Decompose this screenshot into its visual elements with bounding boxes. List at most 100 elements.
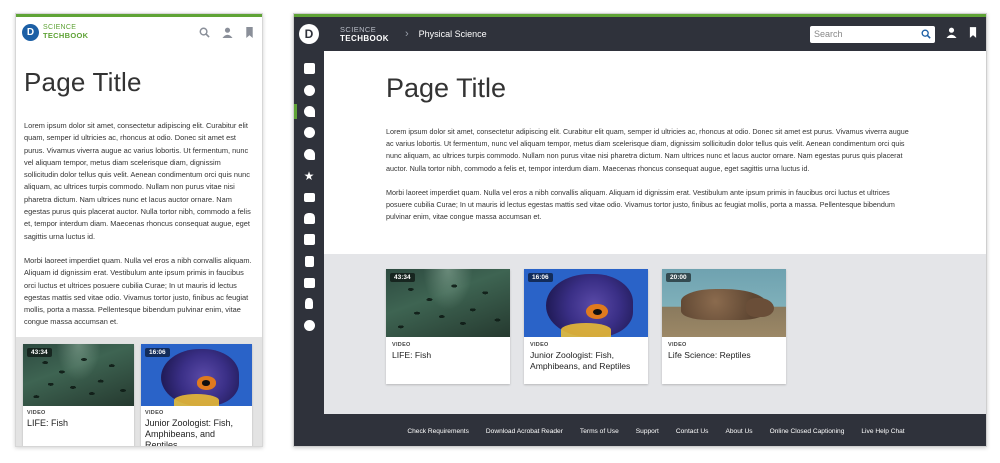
- chevron-right-icon: ›: [404, 28, 409, 40]
- team-icon: [303, 319, 315, 331]
- logo-line1: SCIENCE: [340, 25, 377, 34]
- card-title[interactable]: LIFE: Fish: [27, 418, 130, 429]
- sidebar-item-tools[interactable]: [294, 251, 324, 272]
- card-kind: VIDEO: [392, 342, 411, 348]
- footer-link-live-help[interactable]: Live Help Chat: [861, 428, 904, 435]
- calendar-icon: [303, 63, 315, 75]
- sidebar-item-star[interactable]: ★: [294, 165, 324, 186]
- techbook-logo[interactable]: SCIENCE TECHBOOK: [43, 24, 88, 40]
- card-meta: VIDEO Life Science: Reptiles: [662, 337, 786, 366]
- card-title[interactable]: Life Science: Reptiles: [668, 350, 780, 361]
- card-meta: VIDEO Junior Zoologist: Fish, Amphibeans…: [141, 406, 252, 446]
- card-meta: VIDEO LIFE: Fish: [23, 406, 134, 433]
- search-box[interactable]: [810, 25, 935, 43]
- duration-badge: 16:06: [528, 273, 553, 282]
- footer-link-download-acrobat[interactable]: Download Acrobat Reader: [486, 428, 563, 435]
- bookmark-icon[interactable]: [245, 26, 254, 38]
- footer-link-check-requirements[interactable]: Check Requirements: [407, 428, 469, 435]
- techbook-logo[interactable]: SCIENCE TECHBOOK: [340, 25, 389, 43]
- angelfish-fin: [174, 393, 219, 406]
- body-paragraph-1: Lorem ipsum dolor sit amet, consectetur …: [24, 121, 251, 241]
- video-card[interactable]: 43:34 VIDEO LIFE: Fish: [23, 344, 134, 446]
- sidebar-item-calendar[interactable]: [294, 58, 324, 79]
- mobile-header-icons: [199, 26, 254, 38]
- bookmark-icon[interactable]: [969, 25, 977, 43]
- search-input[interactable]: [814, 29, 914, 39]
- magnet-icon: [303, 105, 315, 117]
- sidebar-item-magnet[interactable]: [294, 101, 324, 122]
- globe-icon: [303, 127, 315, 139]
- search-icon[interactable]: [921, 29, 931, 39]
- sidebar-item-team[interactable]: [294, 315, 324, 336]
- video-card[interactable]: 20:00 VIDEO Life Science: Reptiles: [662, 269, 786, 384]
- desktop-header: D SCIENCE TECHBOOK › Physical Science: [294, 17, 986, 51]
- footer-link-support[interactable]: Support: [636, 428, 659, 435]
- sidebar-item-globe[interactable]: [294, 122, 324, 143]
- video-card[interactable]: 43:34 VIDEO LIFE: Fish: [386, 269, 510, 384]
- people-icon: [303, 212, 315, 224]
- search-icon[interactable]: [199, 27, 210, 38]
- footer-link-terms[interactable]: Terms of Use: [580, 428, 619, 435]
- duration-badge: 43:34: [390, 273, 415, 282]
- pencil-icon: [303, 234, 315, 246]
- folder-icon: [303, 192, 315, 202]
- mobile-header: D SCIENCE TECHBOOK: [16, 17, 262, 47]
- sidebar-nav: ★: [294, 51, 324, 446]
- presenter-icon: [305, 298, 313, 310]
- gauge-icon: [303, 148, 315, 160]
- sidebar-item-presenter[interactable]: [294, 293, 324, 314]
- reptile-head: [746, 297, 774, 317]
- logo-line2: TECHBOOK: [43, 31, 89, 40]
- body-paragraph-2: Morbi laoreet imperdiet quam. Nulla vel …: [386, 188, 895, 222]
- sidebar-item-folder[interactable]: [294, 186, 324, 207]
- duration-badge: 16:06: [145, 348, 170, 357]
- sidebar-item-clapper[interactable]: [294, 272, 324, 293]
- angelfish-eye: [196, 376, 217, 390]
- user-icon[interactable]: [946, 25, 957, 43]
- card-meta: VIDEO LIFE: Fish: [386, 337, 510, 366]
- discovery-logo[interactable]: D: [22, 23, 39, 41]
- atom-icon: [303, 84, 315, 96]
- duration-badge: 20:00: [666, 273, 691, 282]
- video-card[interactable]: 16:06 VIDEO Junior Zoologist: Fish, Amph…: [141, 344, 252, 446]
- page-title: Page Title: [386, 73, 507, 103]
- duration-badge: 43:34: [27, 348, 52, 357]
- card-title[interactable]: Junior Zoologist: Fish, Amphibeans, and …: [530, 350, 642, 372]
- sidebar-item-gauge[interactable]: [294, 144, 324, 165]
- discovery-logo[interactable]: D: [299, 24, 319, 44]
- mobile-preview: D SCIENCE TECHBOOK Page Title Lorem ipsu…: [15, 13, 263, 447]
- card-kind: VIDEO: [145, 410, 164, 416]
- video-card[interactable]: 16:06 VIDEO Junior Zoologist: Fish, Amph…: [524, 269, 648, 384]
- main-content: Page Title Lorem ipsum dolor sit amet, c…: [324, 51, 986, 446]
- sidebar-item-people[interactable]: [294, 208, 324, 229]
- video-thumbnail[interactable]: 43:34: [23, 344, 134, 406]
- desktop-preview: D SCIENCE TECHBOOK › Physical Science Se…: [293, 13, 987, 447]
- footer: Check Requirements Download Acrobat Read…: [324, 414, 986, 446]
- video-thumbnail[interactable]: 16:06: [141, 344, 252, 406]
- card-meta: VIDEO Junior Zoologist: Fish, Amphibeans…: [524, 337, 648, 377]
- video-card-band: 43:34 VIDEO LIFE: Fish 16:06 VIDEO Junio…: [324, 254, 986, 414]
- card-title[interactable]: LIFE: Fish: [392, 350, 504, 361]
- video-thumbnail[interactable]: 43:34: [386, 269, 510, 337]
- card-kind: VIDEO: [530, 342, 549, 348]
- logo-line2: TECHBOOK: [340, 34, 389, 43]
- footer-link-contact[interactable]: Contact Us: [676, 428, 709, 435]
- angelfish-fin: [561, 323, 611, 337]
- card-kind: VIDEO: [668, 342, 687, 348]
- user-icon[interactable]: [222, 27, 233, 38]
- clapper-icon: [303, 277, 315, 288]
- sidebar-item-atom[interactable]: [294, 79, 324, 100]
- card-kind: VIDEO: [27, 410, 46, 416]
- star-icon: ★: [303, 168, 315, 183]
- screenshot-stage: D SCIENCE TECHBOOK Page Title Lorem ipsu…: [0, 0, 1000, 463]
- card-title[interactable]: Junior Zoologist: Fish, Amphibeans, and …: [145, 418, 248, 446]
- tools-icon: [304, 255, 314, 267]
- body-paragraph-1: Lorem ipsum dolor sit amet, consectetur …: [386, 127, 909, 173]
- footer-link-captioning[interactable]: Online Closed Captioning: [770, 428, 845, 435]
- footer-link-about[interactable]: About Us: [725, 428, 752, 435]
- desktop-header-icons: [946, 25, 977, 43]
- video-thumbnail[interactable]: 20:00: [662, 269, 786, 337]
- sidebar-item-pencil[interactable]: [294, 229, 324, 250]
- video-thumbnail[interactable]: 16:06: [524, 269, 648, 337]
- breadcrumb[interactable]: Physical Science: [419, 29, 487, 39]
